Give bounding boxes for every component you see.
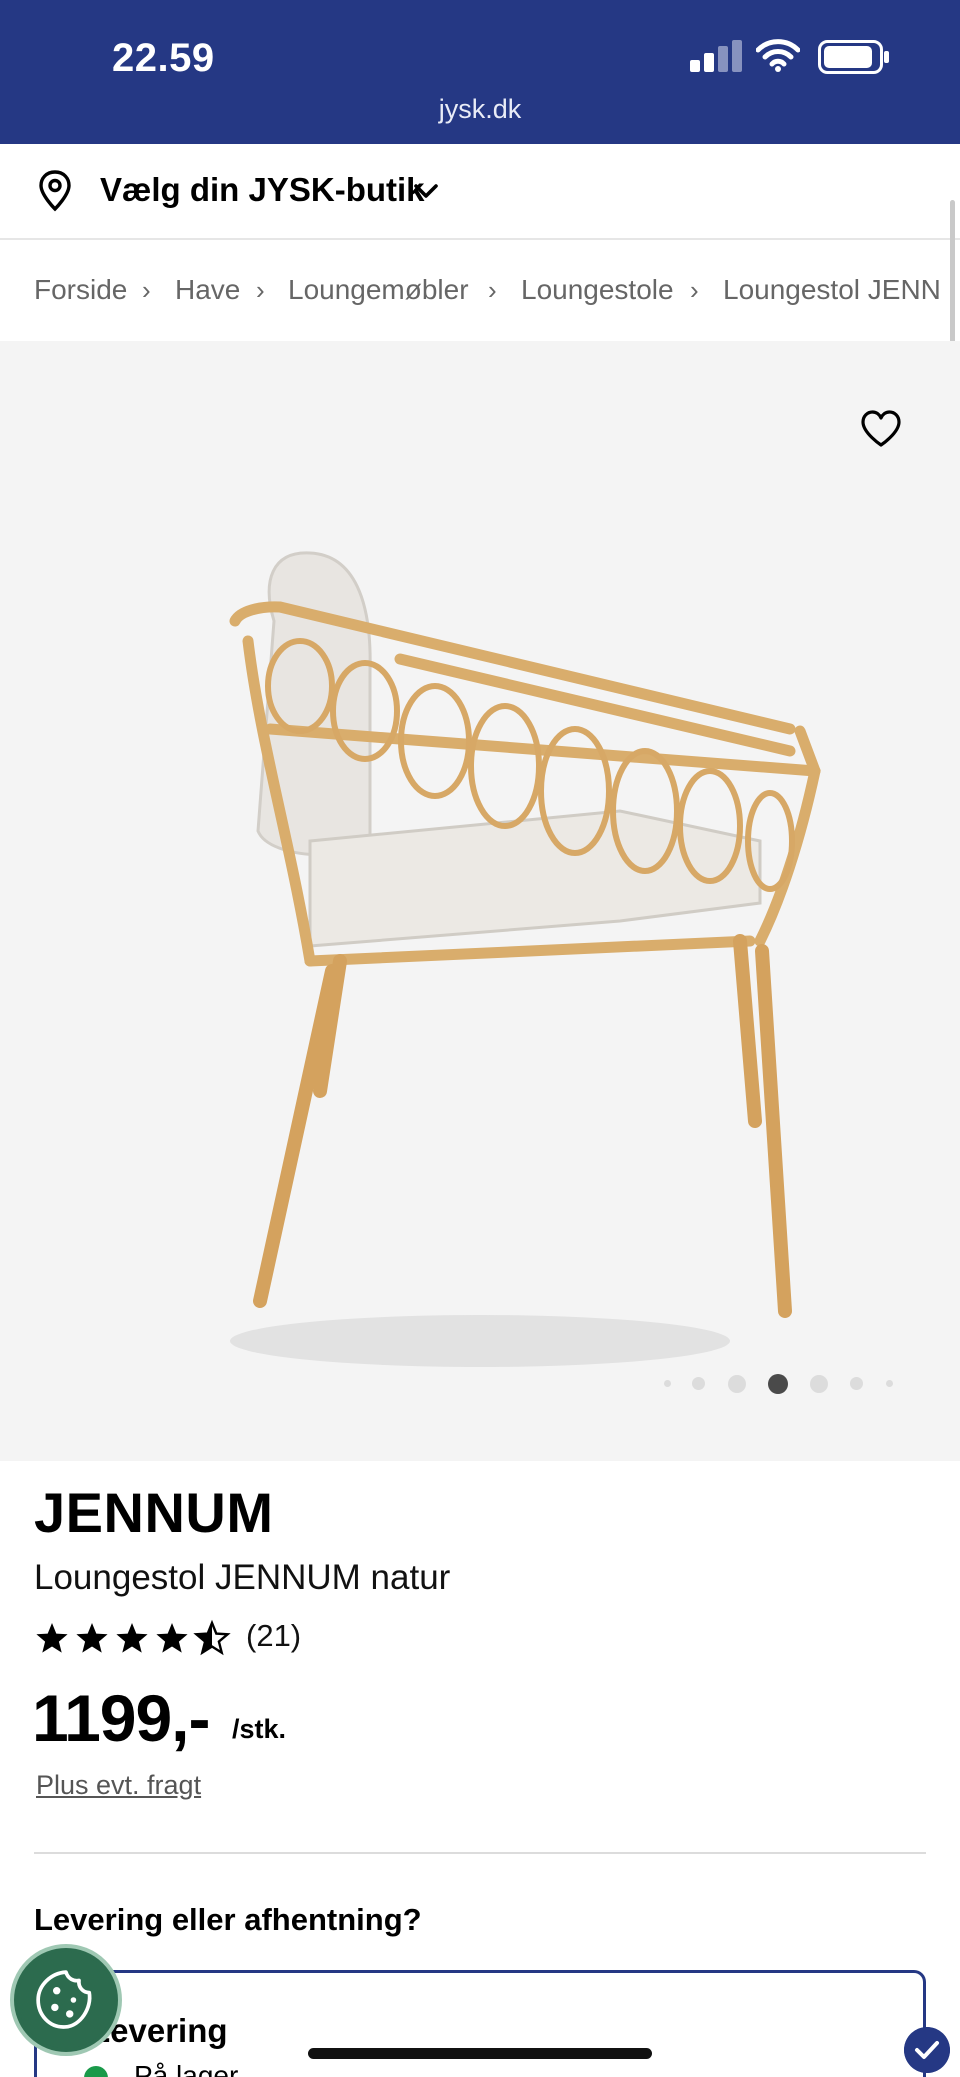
breadcrumb-separator-icon: › — [488, 275, 497, 305]
stock-status: På lager — [134, 2060, 239, 2077]
breadcrumb-item-have[interactable]: Have — [175, 274, 240, 306]
section-divider — [34, 1852, 926, 1854]
gallery-dot[interactable] — [886, 1380, 893, 1387]
breadcrumb-separator-icon: › — [690, 275, 699, 305]
location-pin-icon — [39, 170, 71, 212]
gallery-dot-active[interactable] — [768, 1374, 788, 1394]
breadcrumb: Forside › Have › Loungemøbler › Loungest… — [0, 242, 960, 340]
gallery-dot[interactable] — [850, 1377, 863, 1390]
rating-stars-icon[interactable] — [34, 1618, 234, 1658]
delivery-heading: Levering eller afhentning? — [34, 1902, 422, 1937]
review-count[interactable]: (21) — [246, 1618, 301, 1654]
chevron-down-icon — [414, 184, 438, 198]
breadcrumb-separator-icon: › — [256, 275, 265, 305]
gallery-dot[interactable] — [810, 1375, 828, 1393]
gallery-pagination — [0, 1372, 960, 1396]
price-unit: /stk. — [232, 1714, 287, 1744]
address-bar-url[interactable]: jysk.dk — [0, 94, 960, 125]
breadcrumb-item-current: Loungestol JENN — [723, 274, 941, 305]
product-image-lounge-chair — [229, 551, 821, 1367]
wifi-icon — [756, 39, 800, 72]
home-indicator[interactable] — [308, 2048, 652, 2059]
product-name: Loungestol JENNUM natur — [34, 1558, 451, 1597]
breadcrumb-item-loungemobler[interactable]: Loungemøbler — [288, 274, 469, 306]
product-price: 1199,- — [32, 1681, 210, 1755]
gallery-dot[interactable] — [692, 1377, 705, 1390]
product-image-gallery[interactable] — [0, 341, 960, 1461]
selected-check-icon — [904, 2027, 950, 2073]
favorite-heart-icon[interactable] — [860, 409, 902, 449]
battery-icon — [818, 40, 889, 74]
breadcrumb-separator-icon: › — [142, 275, 151, 305]
breadcrumb-item-forside[interactable]: Forside — [34, 274, 127, 306]
clock: 22.59 — [112, 36, 215, 80]
cellular-signal-icon — [690, 40, 742, 72]
browser-status-bar: 22.59 jysk.dk — [0, 0, 960, 144]
breadcrumb-item-loungestole[interactable]: Loungestole — [521, 274, 674, 306]
gallery-dot[interactable] — [728, 1375, 746, 1393]
product-brand: JENNUM — [34, 1481, 274, 1544]
cookie-settings-icon[interactable] — [10, 1944, 122, 2056]
store-selector[interactable]: Vælg din JYSK-butik — [0, 144, 960, 240]
shipping-info-link[interactable]: Plus evt. fragt — [36, 1770, 201, 1801]
gallery-dot[interactable] — [664, 1380, 671, 1387]
store-selector-label: Vælg din JYSK-butik — [100, 171, 425, 208]
